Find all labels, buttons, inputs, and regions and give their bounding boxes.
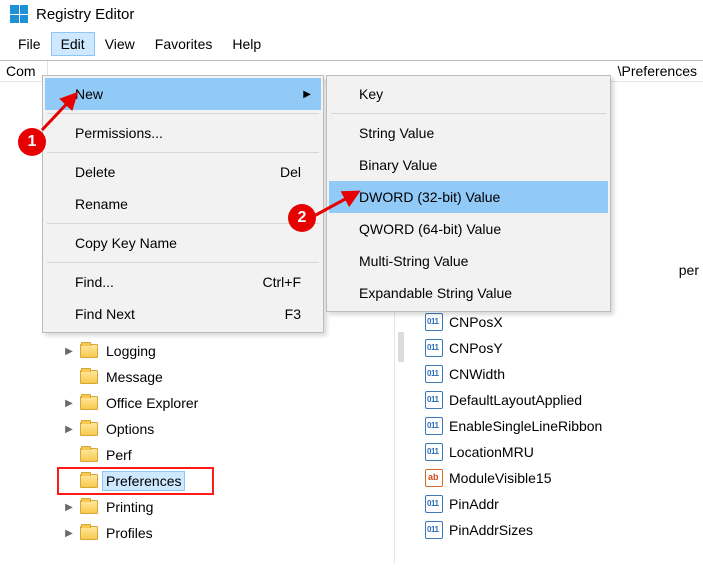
binary-value-icon [425, 365, 443, 383]
expander-icon[interactable]: ▶ [62, 528, 76, 539]
value-name: PinAddr [449, 496, 499, 512]
tree-item[interactable]: ▶ Printing [62, 494, 394, 520]
annotation-callout-1: 1 [18, 128, 46, 156]
shortcut: Ctrl+F [263, 274, 302, 290]
binary-value-icon [425, 339, 443, 357]
edit-delete[interactable]: Delete Del [45, 156, 321, 188]
expander-icon[interactable]: ▶ [62, 502, 76, 513]
binary-value-icon [425, 313, 443, 331]
tree-item-label: Preferences [102, 471, 185, 491]
value-row[interactable]: CNPosY [407, 335, 703, 361]
menu-file[interactable]: File [8, 32, 51, 56]
tree-item[interactable]: ▶ Options [62, 416, 394, 442]
regedit-icon [10, 5, 28, 23]
edit-rename[interactable]: Rename [45, 188, 321, 220]
edit-permissions[interactable]: Permissions... [45, 117, 321, 149]
edit-copy-key-name[interactable]: Copy Key Name [45, 227, 321, 259]
header-col-name: Com [0, 61, 48, 81]
tree-item-label: Options [102, 419, 158, 439]
value-name: CNPosY [449, 340, 503, 356]
binary-value-icon [425, 443, 443, 461]
new-string-value[interactable]: String Value [329, 117, 608, 149]
binary-value-icon [425, 495, 443, 513]
folder-icon [80, 526, 98, 540]
folder-icon [80, 474, 98, 488]
folder-icon [80, 500, 98, 514]
menubar: File Edit View Favorites Help [0, 28, 703, 60]
new-dword-value[interactable]: DWORD (32-bit) Value [329, 181, 608, 213]
value-name: CNWidth [449, 366, 505, 382]
edit-find-next[interactable]: Find Next F3 [45, 298, 321, 330]
value-row[interactable]: LocationMRU [407, 439, 703, 465]
tree-item-label: Logging [102, 341, 160, 361]
menu-favorites[interactable]: Favorites [145, 32, 223, 56]
tree-item-label: Message [102, 367, 167, 387]
value-row[interactable]: EnableSingleLineRibbon [407, 413, 703, 439]
value-name: PinAddrSizes [449, 522, 533, 538]
value-name: LocationMRU [449, 444, 534, 460]
folder-icon [80, 396, 98, 410]
expander-icon[interactable]: ▶ [62, 424, 76, 435]
menu-separator [47, 223, 319, 224]
expander-icon[interactable]: ▶ [62, 398, 76, 409]
edit-find[interactable]: Find... Ctrl+F [45, 266, 321, 298]
menu-separator [47, 113, 319, 114]
tree-item[interactable]: ▶ Office Explorer [62, 390, 394, 416]
value-row[interactable]: CNWidth [407, 361, 703, 387]
string-value-icon [425, 469, 443, 487]
value-name: DefaultLayoutApplied [449, 392, 582, 408]
value-row[interactable]: DefaultLayoutApplied [407, 387, 703, 413]
value-row[interactable]: CNPosX [407, 309, 703, 335]
edit-new-label: New [75, 86, 103, 102]
value-name: ModuleVisible15 [449, 470, 551, 486]
shortcut: Del [280, 164, 301, 180]
new-qword-value[interactable]: QWORD (64-bit) Value [329, 213, 608, 245]
tree-item[interactable]: Preferences [58, 468, 213, 494]
edit-new[interactable]: New ▶ [45, 78, 321, 110]
binary-value-icon [425, 417, 443, 435]
value-row[interactable]: PinAddr [407, 491, 703, 517]
menu-help[interactable]: Help [222, 32, 271, 56]
menu-edit[interactable]: Edit [51, 32, 95, 56]
new-expandstring-value[interactable]: Expandable String Value [329, 277, 608, 309]
new-binary-value[interactable]: Binary Value [329, 149, 608, 181]
titlebar: Registry Editor [0, 0, 703, 28]
tree-item-label: Perf [102, 445, 136, 465]
menu-view[interactable]: View [95, 32, 145, 56]
menu-separator [331, 113, 606, 114]
expander-icon[interactable]: ▶ [62, 346, 76, 357]
value-name-truncated: per [679, 262, 699, 278]
tree-item-label: Printing [102, 497, 157, 517]
tree-item[interactable]: Message [62, 364, 394, 390]
menu-separator [47, 262, 319, 263]
tree-item[interactable]: ▶ Logging [62, 338, 394, 364]
new-multistring-value[interactable]: Multi-String Value [329, 245, 608, 277]
tree-item[interactable]: Perf [62, 442, 394, 468]
submenu-arrow-icon: ▶ [303, 89, 311, 100]
menu-separator [47, 152, 319, 153]
value-row[interactable]: PinAddrSizes [407, 517, 703, 543]
new-submenu: Key String Value Binary Value DWORD (32-… [326, 75, 611, 312]
new-key[interactable]: Key [329, 78, 608, 110]
folder-icon [80, 422, 98, 436]
value-name: CNPosX [449, 314, 503, 330]
app-title: Registry Editor [36, 6, 134, 23]
annotation-callout-2: 2 [288, 204, 316, 232]
binary-value-icon [425, 391, 443, 409]
edit-dropdown: New ▶ Permissions... Delete Del Rename C… [42, 75, 324, 333]
folder-icon [80, 448, 98, 462]
tree-item[interactable]: ▶ Profiles [62, 520, 394, 546]
folder-icon [80, 344, 98, 358]
shortcut: F3 [285, 306, 301, 322]
value-name: EnableSingleLineRibbon [449, 418, 602, 434]
folder-icon [80, 370, 98, 384]
value-row[interactable]: ModuleVisible15 [407, 465, 703, 491]
tree-item-label: Profiles [102, 523, 157, 543]
tree-item-label: Office Explorer [102, 393, 202, 413]
binary-value-icon [425, 521, 443, 539]
